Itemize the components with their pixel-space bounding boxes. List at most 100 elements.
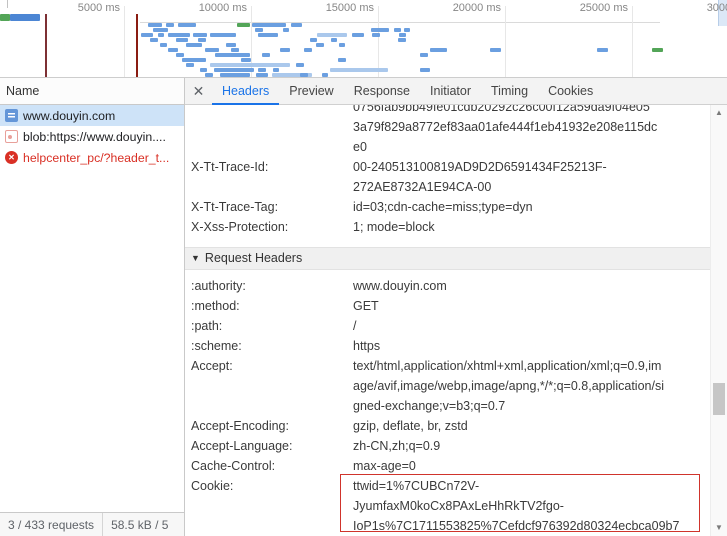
request-name-label: blob:https://www.douyin....	[23, 130, 166, 144]
document-icon	[5, 109, 18, 122]
waterfall-bar	[182, 58, 206, 62]
tab-timing[interactable]: Timing	[481, 78, 538, 105]
request-row[interactable]: blob:https://www.douyin....	[0, 126, 184, 147]
header-row: Accept-Language:zh-CN,zh;q=0.9	[191, 436, 709, 456]
waterfall-bar	[262, 53, 270, 57]
waterfall-bar	[158, 33, 164, 37]
overview-baseline	[140, 22, 660, 23]
waterfall-bar	[300, 73, 308, 77]
header-value-line: gned-exchange;v=b3;q=0.7	[353, 396, 709, 416]
request-headers-section[interactable]: ▼ Request Headers	[185, 247, 727, 270]
network-overview[interactable]: 5000 ms10000 ms15000 ms20000 ms25000 ms3…	[0, 0, 727, 78]
waterfall-bar	[186, 63, 194, 67]
waterfall-bar	[317, 33, 347, 37]
timeline-tick-label: 15000 ms	[326, 2, 374, 14]
header-row: Cache-Control:max-age=0	[191, 456, 709, 476]
waterfall-bar	[10, 14, 40, 21]
waterfall-bar	[316, 43, 324, 47]
header-value-line: 00-240513100819AD9D2D6591434F25213F-	[353, 157, 709, 177]
timeline-tick-label: 20000 ms	[453, 2, 501, 14]
waterfall-bar	[215, 53, 250, 57]
waterfall-bar	[394, 28, 401, 32]
header-value: https	[353, 336, 709, 356]
tab-headers[interactable]: Headers	[212, 78, 279, 105]
header-row: X-Tt-Trace-Id:00-240513100819AD9D2D65914…	[191, 157, 709, 197]
header-key	[191, 105, 353, 157]
header-value: 0756fab9bb49fe01cdb20292c26c00f12a59da9f…	[353, 105, 709, 157]
tab-preview[interactable]: Preview	[279, 78, 343, 105]
chevron-down-icon: ▼	[191, 248, 200, 269]
request-name-label: helpcenter_pc/?header_t...	[23, 151, 169, 165]
waterfall-bar	[168, 48, 178, 52]
header-value-line: gzip, deflate, br, zstd	[353, 416, 709, 436]
waterfall-bar	[176, 53, 184, 57]
vertical-scrollbar[interactable]: ▲ ▼	[710, 105, 727, 536]
header-row: X-Xss-Protection:1; mode=block	[191, 217, 709, 237]
waterfall-bar	[330, 68, 388, 72]
waterfall-bar	[141, 33, 153, 37]
error-icon	[5, 151, 18, 164]
waterfall-bar	[231, 48, 239, 52]
header-value-line: e0	[353, 137, 709, 157]
header-row: :path:/	[191, 316, 709, 336]
waterfall-bar	[193, 33, 207, 37]
waterfall-bar	[148, 23, 162, 27]
header-value: /	[353, 316, 709, 336]
request-row[interactable]: www.douyin.com	[0, 105, 184, 126]
header-value-line: https	[353, 336, 709, 356]
header-value-line: 1; mode=block	[353, 217, 709, 237]
transferred-size: 58.5 kB / 5	[103, 513, 176, 536]
header-value: text/html,application/xhtml+xml,applicat…	[353, 356, 709, 416]
waterfall-bar	[372, 33, 380, 37]
header-key: :scheme:	[191, 336, 353, 356]
header-value: zh-CN,zh;q=0.9	[353, 436, 709, 456]
header-value: id=03;cdn-cache=miss;type=dyn	[353, 197, 709, 217]
tab-response[interactable]: Response	[344, 78, 420, 105]
waterfall-bar	[398, 38, 406, 42]
header-row: 0756fab9bb49fe01cdb20292c26c00f12a59da9f…	[191, 105, 709, 157]
waterfall-bar	[283, 28, 289, 32]
header-row: :method:GET	[191, 296, 709, 316]
waterfall-bar	[214, 68, 254, 72]
close-icon[interactable]: ✕	[185, 78, 212, 104]
waterfall-bar	[420, 68, 430, 72]
header-key: Accept:	[191, 356, 353, 416]
header-row: :scheme:https	[191, 336, 709, 356]
waterfall-bar	[153, 28, 168, 32]
scrollbar-thumb[interactable]	[713, 383, 725, 415]
request-row[interactable]: helpcenter_pc/?header_t...	[0, 147, 184, 168]
waterfall-bar	[186, 43, 202, 47]
requests-count: 3 / 433 requests	[0, 513, 102, 536]
waterfall-bar	[220, 73, 250, 77]
scroll-up-icon[interactable]: ▲	[711, 105, 727, 121]
header-key: :method:	[191, 296, 353, 316]
waterfall-bar	[310, 38, 317, 42]
waterfall-bar	[166, 23, 174, 27]
request-list: www.douyin.com blob:https://www.douyin...…	[0, 105, 184, 512]
scroll-down-icon[interactable]: ▼	[711, 520, 727, 536]
timeline-tick-label: 10000 ms	[199, 2, 247, 14]
tab-initiator[interactable]: Initiator	[420, 78, 481, 105]
waterfall-bar	[597, 48, 608, 52]
header-row: X-Tt-Trace-Tag:id=03;cdn-cache=miss;type…	[191, 197, 709, 217]
load-event-marker	[45, 14, 47, 77]
details-tabbar: ✕ HeadersPreviewResponseInitiatorTimingC…	[185, 78, 727, 105]
waterfall-bar	[338, 58, 346, 62]
network-panel: Name www.douyin.com blob:https://www.douy…	[0, 78, 727, 536]
waterfall-bar	[178, 23, 196, 27]
header-key: Accept-Language:	[191, 436, 353, 456]
header-value-line: 272AE8732A1E94CA-00	[353, 177, 709, 197]
waterfall-bar	[255, 28, 263, 32]
section-title: Request Headers	[205, 248, 302, 269]
waterfall-bar	[371, 28, 389, 32]
name-column-header[interactable]: Name	[0, 78, 184, 105]
waterfall-bar	[226, 43, 236, 47]
waterfall-bar	[241, 58, 251, 62]
header-value: 1; mode=block	[353, 217, 709, 237]
headers-content: 0756fab9bb49fe01cdb20292c26c00f12a59da9f…	[185, 105, 727, 536]
waterfall-bar	[399, 33, 406, 37]
waterfall-bar	[490, 48, 501, 52]
tab-cookies[interactable]: Cookies	[538, 78, 603, 105]
header-key: :path:	[191, 316, 353, 336]
header-value-line: GET	[353, 296, 709, 316]
